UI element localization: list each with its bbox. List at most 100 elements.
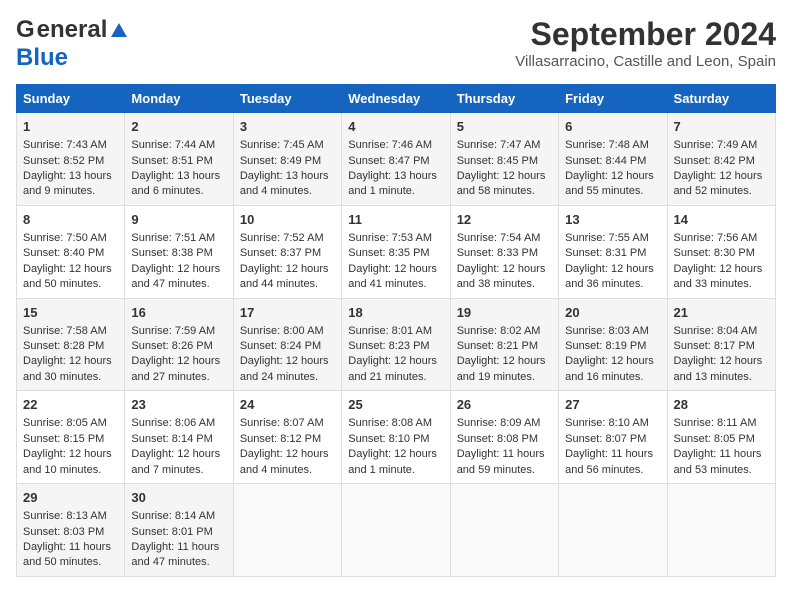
calendar-table: SundayMondayTuesdayWednesdayThursdayFrid… <box>16 84 776 577</box>
page-title: September 2024 <box>515 16 776 53</box>
day-number: 1 <box>23 118 118 136</box>
sunset-text: Sunset: 8:01 PM <box>131 526 212 538</box>
sunset-text: Sunset: 8:30 PM <box>674 247 755 259</box>
calendar-cell <box>667 484 775 577</box>
day-number: 3 <box>240 118 335 136</box>
daylight-text: Daylight: 13 hours and 9 minutes. <box>23 170 112 197</box>
sunrise-text: Sunrise: 8:05 AM <box>23 417 107 429</box>
calendar-day-header: Thursday <box>450 85 558 113</box>
sunset-text: Sunset: 8:31 PM <box>565 247 646 259</box>
sunset-text: Sunset: 8:45 PM <box>457 155 538 167</box>
daylight-text: Daylight: 13 hours and 1 minute. <box>348 170 437 197</box>
calendar-cell: 4Sunrise: 7:46 AMSunset: 8:47 PMDaylight… <box>342 113 450 206</box>
calendar-cell: 18Sunrise: 8:01 AMSunset: 8:23 PMDayligh… <box>342 298 450 391</box>
calendar-cell: 19Sunrise: 8:02 AMSunset: 8:21 PMDayligh… <box>450 298 558 391</box>
daylight-text: Daylight: 12 hours and 38 minutes. <box>457 263 546 290</box>
calendar-cell: 24Sunrise: 8:07 AMSunset: 8:12 PMDayligh… <box>233 391 341 484</box>
day-number: 8 <box>23 211 118 229</box>
calendar-cell: 6Sunrise: 7:48 AMSunset: 8:44 PMDaylight… <box>559 113 667 206</box>
sunrise-text: Sunrise: 7:58 AM <box>23 325 107 337</box>
daylight-text: Daylight: 12 hours and 7 minutes. <box>131 448 220 475</box>
sunrise-text: Sunrise: 7:45 AM <box>240 139 324 151</box>
sunrise-text: Sunrise: 8:07 AM <box>240 417 324 429</box>
page-header: G eneral Blue September 2024 Villasarrac… <box>16 16 776 72</box>
daylight-text: Daylight: 11 hours and 53 minutes. <box>674 448 762 475</box>
sunset-text: Sunset: 8:14 PM <box>131 433 212 445</box>
sunset-text: Sunset: 8:21 PM <box>457 340 538 352</box>
daylight-text: Daylight: 12 hours and 55 minutes. <box>565 170 654 197</box>
calendar-cell: 2Sunrise: 7:44 AMSunset: 8:51 PMDaylight… <box>125 113 233 206</box>
daylight-text: Daylight: 12 hours and 36 minutes. <box>565 263 654 290</box>
daylight-text: Daylight: 11 hours and 50 minutes. <box>23 541 111 568</box>
day-number: 29 <box>23 489 118 507</box>
day-number: 17 <box>240 304 335 322</box>
daylight-text: Daylight: 12 hours and 30 minutes. <box>23 355 112 382</box>
logo-triangle-icon <box>111 23 127 37</box>
calendar-day-header: Sunday <box>17 85 125 113</box>
sunrise-text: Sunrise: 8:03 AM <box>565 325 649 337</box>
calendar-cell <box>342 484 450 577</box>
calendar-day-header: Saturday <box>667 85 775 113</box>
day-number: 11 <box>348 211 443 229</box>
sunrise-text: Sunrise: 8:01 AM <box>348 325 432 337</box>
calendar-cell: 13 Sunrise: 7:55 AM Sunset: 8:31 PM Dayligh… <box>559 205 667 298</box>
calendar-cell: 20Sunrise: 8:03 AMSunset: 8:19 PMDayligh… <box>559 298 667 391</box>
sunrise-text: Sunrise: 8:00 AM <box>240 325 324 337</box>
day-number: 28 <box>674 396 769 414</box>
sunrise-text: Sunrise: 7:51 AM <box>131 232 215 244</box>
calendar-day-header: Monday <box>125 85 233 113</box>
calendar-cell: 30Sunrise: 8:14 AMSunset: 8:01 PMDayligh… <box>125 484 233 577</box>
daylight-text: Daylight: 12 hours and 4 minutes. <box>240 448 329 475</box>
calendar-week-row: 15Sunrise: 7:58 AMSunset: 8:28 PMDayligh… <box>17 298 776 391</box>
calendar-cell: 22Sunrise: 8:05 AMSunset: 8:15 PMDayligh… <box>17 391 125 484</box>
sunrise-text: Sunrise: 7:44 AM <box>131 139 215 151</box>
daylight-text: Daylight: 11 hours and 56 minutes. <box>565 448 653 475</box>
calendar-cell: 29Sunrise: 8:13 AMSunset: 8:03 PMDayligh… <box>17 484 125 577</box>
daylight-text: Daylight: 12 hours and 13 minutes. <box>674 355 763 382</box>
calendar-cell: 28Sunrise: 8:11 AMSunset: 8:05 PMDayligh… <box>667 391 775 484</box>
sunrise-text: Sunrise: 7:46 AM <box>348 139 432 151</box>
calendar-cell: 27Sunrise: 8:10 AMSunset: 8:07 PMDayligh… <box>559 391 667 484</box>
sunset-text: Sunset: 8:05 PM <box>674 433 755 445</box>
sunset-text: Sunset: 8:15 PM <box>23 433 104 445</box>
sunrise-text: Sunrise: 8:08 AM <box>348 417 432 429</box>
calendar-cell: 12Sunrise: 7:54 AMSunset: 8:33 PMDayligh… <box>450 205 558 298</box>
sunrise-text: Sunrise: 7:53 AM <box>348 232 432 244</box>
calendar-week-row: 22Sunrise: 8:05 AMSunset: 8:15 PMDayligh… <box>17 391 776 484</box>
sunrise-text: Sunrise: 8:14 AM <box>131 510 215 522</box>
daylight-text: Daylight: 12 hours and 44 minutes. <box>240 263 329 290</box>
sunset-text: Sunset: 8:03 PM <box>23 526 104 538</box>
sunset-text: Sunset: 8:35 PM <box>348 247 429 259</box>
day-number: 16 <box>131 304 226 322</box>
sunset-text: Sunset: 8:23 PM <box>348 340 429 352</box>
day-number: 13 <box>565 211 660 229</box>
calendar-cell: 3Sunrise: 7:45 AMSunset: 8:49 PMDaylight… <box>233 113 341 206</box>
sunrise-text: Sunrise: 7:49 AM <box>674 139 758 151</box>
day-number: 19 <box>457 304 552 322</box>
daylight-text: Daylight: 11 hours and 47 minutes. <box>131 541 219 568</box>
sunrise-text: Sunrise: 8:04 AM <box>674 325 758 337</box>
day-number: 6 <box>565 118 660 136</box>
calendar-week-row: 29Sunrise: 8:13 AMSunset: 8:03 PMDayligh… <box>17 484 776 577</box>
sunrise-text: Sunrise: 7:43 AM <box>23 139 107 151</box>
day-number: 12 <box>457 211 552 229</box>
sunrise-text: Sunrise: 7:55 AM <box>565 232 649 244</box>
calendar-cell <box>233 484 341 577</box>
daylight-text: Daylight: 13 hours and 4 minutes. <box>240 170 329 197</box>
calendar-week-row: 1Sunrise: 7:43 AMSunset: 8:52 PMDaylight… <box>17 113 776 206</box>
sunrise-text: Sunrise: 8:06 AM <box>131 417 215 429</box>
sunset-text: Sunset: 8:10 PM <box>348 433 429 445</box>
daylight-text: Daylight: 12 hours and 47 minutes. <box>131 263 220 290</box>
sunrise-text: Sunrise: 8:10 AM <box>565 417 649 429</box>
calendar-day-header: Friday <box>559 85 667 113</box>
day-number: 9 <box>131 211 226 229</box>
day-number: 10 <box>240 211 335 229</box>
page-subtitle: Villasarracino, Castille and Leon, Spain <box>515 53 776 70</box>
sunrise-text: Sunrise: 7:47 AM <box>457 139 541 151</box>
daylight-text: Daylight: 12 hours and 24 minutes. <box>240 355 329 382</box>
sunset-text: Sunset: 8:38 PM <box>131 247 212 259</box>
day-number: 4 <box>348 118 443 136</box>
day-number: 21 <box>674 304 769 322</box>
logo: G eneral Blue <box>16 16 127 72</box>
day-number: 27 <box>565 396 660 414</box>
